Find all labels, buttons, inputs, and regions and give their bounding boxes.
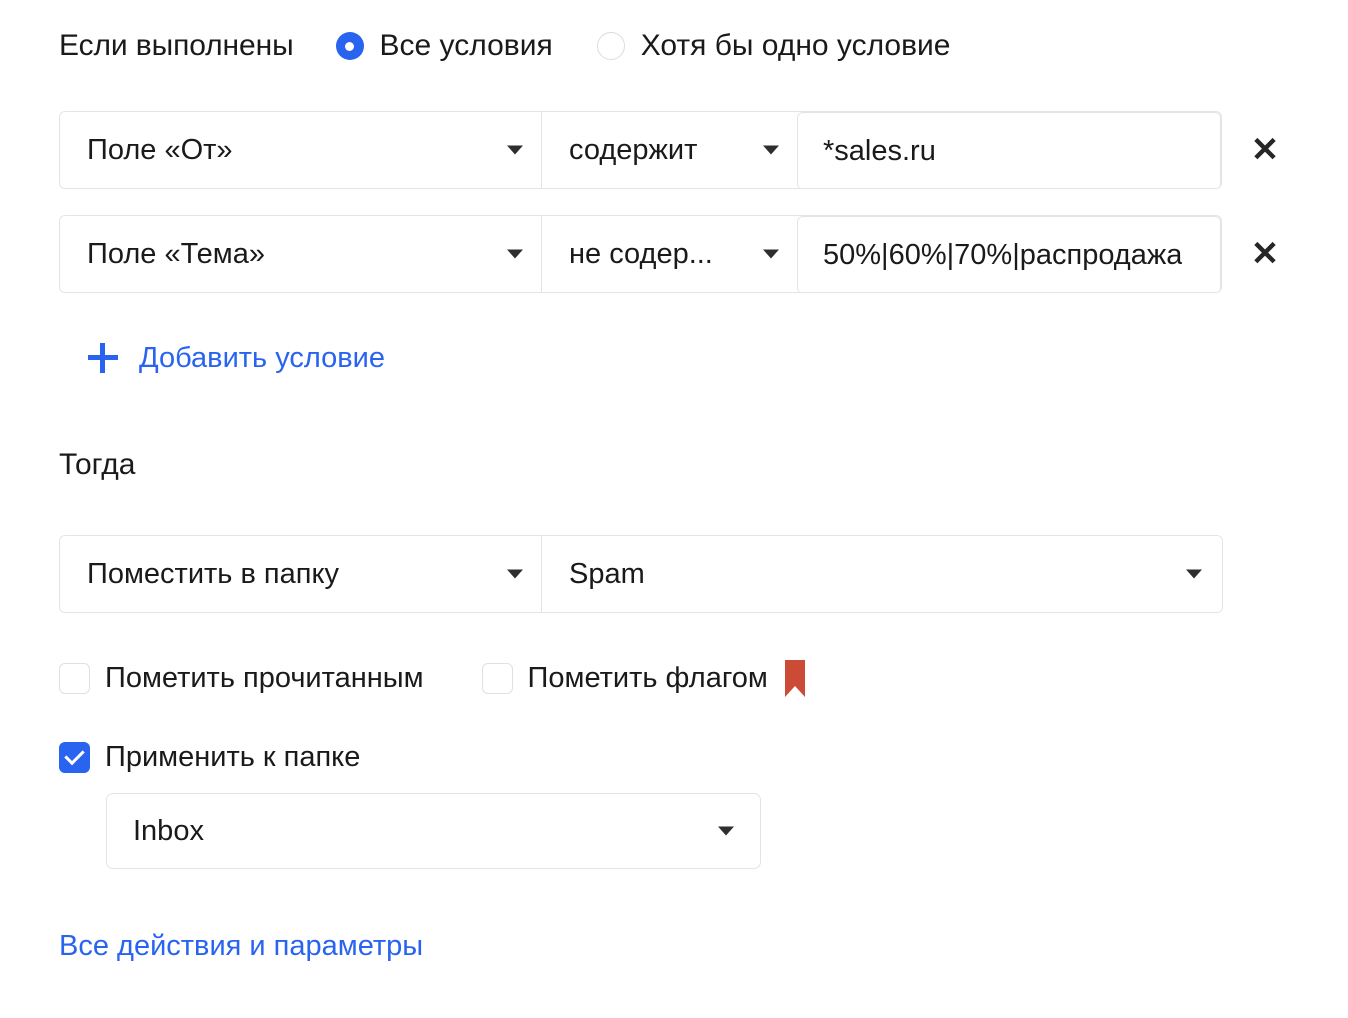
checkbox-mark-with-flag[interactable]: Пометить флагом	[481, 659, 805, 697]
condition-row: Поле «Тема» не содер... 50%|60%|70%|расп…	[59, 215, 1288, 293]
checkbox-apply-to-folder-box[interactable]	[59, 741, 90, 773]
checkbox-apply-to-folder[interactable]: Применить к папке	[59, 737, 360, 777]
action-type-value: Поместить в папку	[87, 557, 339, 590]
action-row: Поместить в папку Spam	[59, 535, 1223, 613]
chevron-down-icon	[507, 145, 523, 155]
remove-condition-button-1[interactable]: ✕	[1242, 127, 1288, 173]
apply-folder-select[interactable]: Inbox	[106, 793, 761, 869]
apply-folder-value: Inbox	[133, 814, 204, 847]
condition-field-select-2[interactable]: Поле «Тема»	[60, 216, 541, 292]
condition-value-text-1: *sales.ru	[823, 134, 936, 167]
all-actions-and-parameters-link[interactable]: Все действия и параметры	[59, 930, 423, 963]
condition-value-input-2[interactable]: 50%|60%|70%|распродажа	[797, 216, 1221, 292]
checkbox-mark-with-flag-box[interactable]	[481, 662, 513, 694]
mail-filter-rule-editor: Если выполнены Все условия Хотя бы одно …	[0, 0, 1348, 1018]
checkbox-apply-to-folder-label: Применить к папке	[105, 740, 361, 773]
action-folder-select[interactable]: Spam	[541, 536, 1222, 612]
condition-field-group-2: Поле «Тема» не содер... 50%|60%|70%|расп…	[59, 215, 1222, 293]
condition-operator-value-1: содержит	[569, 133, 698, 166]
condition-field-select-1[interactable]: Поле «От»	[60, 112, 541, 188]
remove-condition-button-2[interactable]: ✕	[1242, 231, 1288, 277]
radio-any-condition-label: Хотя бы одно условие	[640, 29, 951, 62]
match-mode-row: Если выполнены Все условия Хотя бы одно …	[59, 21, 951, 71]
action-folder-value: Spam	[569, 557, 645, 590]
radio-all-conditions-indicator[interactable]	[335, 32, 364, 60]
checkbox-mark-as-read-box[interactable]	[59, 662, 90, 694]
condition-operator-select-2[interactable]: не содер...	[541, 216, 797, 292]
condition-operator-select-1[interactable]: содержит	[541, 112, 797, 188]
flag-icon	[784, 659, 805, 697]
checkbox-mark-as-read-label: Пометить прочитанным	[105, 661, 424, 694]
close-icon: ✕	[1250, 235, 1280, 273]
chevron-down-icon	[1186, 569, 1202, 579]
action-flags-row: Пометить прочитанным Пометить флагом	[59, 655, 805, 701]
condition-value-input-1[interactable]: *sales.ru	[797, 112, 1221, 188]
if-label: Если выполнены	[59, 29, 294, 62]
condition-field-value-1: Поле «От»	[87, 133, 233, 166]
radio-selected-dot	[345, 41, 355, 51]
radio-all-conditions[interactable]: Все условия	[335, 29, 553, 63]
chevron-down-icon	[718, 826, 734, 836]
action-type-select[interactable]: Поместить в папку	[60, 536, 541, 612]
checkbox-mark-as-read[interactable]: Пометить прочитанным	[59, 662, 424, 695]
close-icon: ✕	[1250, 131, 1280, 169]
action-field-group: Поместить в папку Spam	[59, 535, 1223, 613]
checkbox-mark-with-flag-label: Пометить флагом	[527, 661, 768, 694]
condition-field-value-2: Поле «Тема»	[87, 237, 265, 270]
radio-any-condition-indicator[interactable]	[596, 32, 625, 60]
radio-any-condition[interactable]: Хотя бы одно условие	[596, 29, 951, 63]
condition-operator-value-2: не содер...	[569, 237, 713, 270]
chevron-down-icon	[507, 249, 523, 259]
condition-row: Поле «От» содержит *sales.ru ✕	[59, 111, 1288, 189]
condition-field-group-1: Поле «От» содержит *sales.ru	[59, 111, 1222, 189]
add-condition-button[interactable]: Добавить условие	[88, 334, 385, 382]
condition-value-text-2: 50%|60%|70%|распродажа	[823, 238, 1183, 271]
radio-all-conditions-label: Все условия	[379, 29, 553, 62]
chevron-down-icon	[763, 249, 779, 259]
chevron-down-icon	[507, 569, 523, 579]
chevron-down-icon	[763, 145, 779, 155]
plus-icon	[88, 343, 118, 373]
then-section-title: Тогда	[59, 448, 136, 481]
add-condition-label: Добавить условие	[139, 341, 386, 374]
